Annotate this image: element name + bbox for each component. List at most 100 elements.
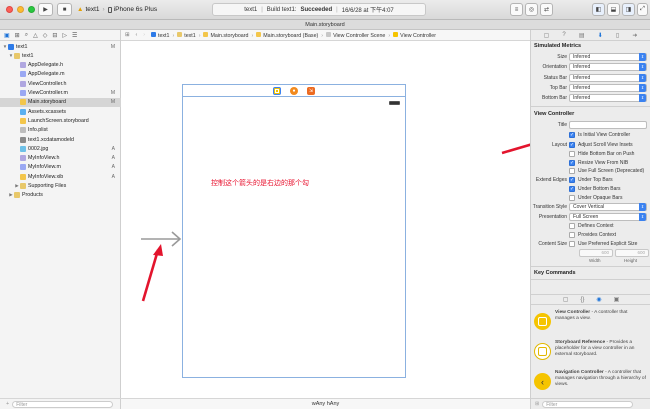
related-items-icon[interactable]: ⊞ [125,32,129,38]
file-tree-item[interactable]: ViewController.m M [0,89,121,98]
bottom-panel-icon: ⬓ [610,7,617,13]
metric-popup[interactable]: Inferred ⇕ [569,83,647,92]
storyboard-canvas[interactable]: ● ⇲ 控制这个箭头的是右边的那个勾 [121,41,530,398]
file-tree-item[interactable]: ViewController.h [0,79,121,88]
file-tree-item[interactable]: ▼ text1 M [0,42,121,51]
report-icon[interactable]: ☰ [72,32,77,39]
add-icon[interactable]: + [6,401,9,407]
run-button[interactable]: ▶ [38,3,53,16]
breadcrumb-item[interactable]: text1 [184,33,195,39]
assistant-editor-button[interactable]: ◎ [525,3,538,16]
exit-icon[interactable]: ⇲ [307,86,315,95]
library-item[interactable]: Storyboard Reference - Provides a placeh… [534,340,648,366]
fullscreen-button[interactable]: ⤢ [637,3,648,16]
toggle-navigator-button[interactable]: ◧ [592,3,605,16]
file-tree-item[interactable]: AppDelegate.h [0,61,121,70]
tab-bar: Main.storyboard [0,20,650,30]
checkbox[interactable] [569,223,575,229]
checkbox[interactable] [569,194,575,201]
breadcrumb-item[interactable]: Main.storyboard [210,33,248,39]
transition-style-popup[interactable]: Cover Vertical ⇕ [569,203,647,211]
warning-icon[interactable]: △ [33,32,38,39]
chevron-right-icon: › [172,32,175,39]
size-icon[interactable]: ▯ [616,32,619,39]
identity-icon[interactable]: ▤ [579,32,585,39]
navigator-filter-input[interactable]: Filter [12,400,113,408]
file-tree-item[interactable]: text1.xcdatamodeld [0,135,121,144]
file-tree-item[interactable]: Assets.xcassets [0,107,121,116]
attributes-icon[interactable]: ⬇ [598,32,603,39]
checkbox[interactable]: ✓ [569,185,575,192]
breakpoint-icon[interactable]: ▷ [62,32,67,39]
checkbox[interactable]: ✓ [569,142,575,148]
metric-popup[interactable]: Inferred ⇕ [569,53,647,61]
source-control-status: A [111,155,115,162]
file-tree-item[interactable]: AppDelegate.m [0,70,121,79]
breadcrumb-item[interactable]: View Controller [400,33,436,39]
forward-icon[interactable]: › [143,32,145,38]
icon-glyph [538,347,547,356]
back-icon[interactable]: ‹ [135,32,137,38]
library-item[interactable]: ‹ Navigation Controller - A controller th… [534,370,648,396]
view-controller-icon[interactable] [273,86,281,95]
height-field[interactable]: 600 [615,249,649,257]
library-item[interactable]: View Controller - A controller that mana… [534,310,648,336]
symbol-icon[interactable]: ⊞ [15,32,20,39]
checkbox[interactable] [569,150,575,157]
metric-popup[interactable]: Inferred ⇕ [569,63,647,72]
version-editor-button[interactable]: ⇄ [540,3,553,16]
test-icon[interactable]: ◇ [43,32,48,39]
media-library-icon[interactable]: ▣ [614,296,620,303]
search-icon[interactable]: ⌕ [25,32,28,39]
preferred-size-checkbox[interactable] [569,241,575,247]
breadcrumb-item[interactable]: Main.storyboard (Base) [263,33,318,39]
toggle-utilities-button[interactable]: ◨ [622,3,635,16]
grid-icon[interactable]: ⊞ [535,401,539,407]
metric-popup[interactable]: Inferred ⇕ [569,73,647,82]
width-field[interactable]: 600 [579,249,613,257]
file-tree-item[interactable]: Info.plist [0,126,121,135]
debug-icon[interactable]: ⊟ [52,32,57,39]
file-tree-item[interactable]: MyInfoView.xib A [0,172,121,181]
library-filter-input[interactable]: Filter [542,400,633,408]
file-tree-item[interactable]: MyInfoView.h A [0,154,121,163]
close-window-button[interactable] [6,6,13,13]
first-responder-icon[interactable]: ● [290,86,298,95]
title-field[interactable] [569,121,647,129]
presentation-popup[interactable]: Full Screen ⇕ [569,213,647,221]
metric-label: Bottom Bar [541,95,567,102]
scheme-selector[interactable]: ▲ text1 › iPhone 6s Plus [77,3,157,16]
connections-icon[interactable]: ➜ [632,32,637,39]
checkbox[interactable] [569,168,575,175]
file-tree-item[interactable]: LaunchScreen.storyboard [0,116,121,125]
is-initial-checkbox[interactable]: ✓ [569,132,575,138]
checkbox[interactable]: ✓ [569,177,575,183]
file-tree-item[interactable]: 0002.jpg A [0,144,121,153]
zoom-window-button[interactable] [28,6,35,13]
help-icon[interactable]: ? [562,32,565,38]
toggle-debug-button[interactable]: ⬓ [607,3,620,16]
breadcrumb-item[interactable]: View Controller Scene [333,33,385,39]
tab-main-storyboard[interactable]: Main.storyboard [305,22,344,28]
checkbox[interactable] [569,231,575,238]
metric-popup[interactable]: Inferred ⇕ [569,94,647,103]
file-template-icon[interactable]: ▢ [563,296,569,303]
code-snippet-icon[interactable]: {} [580,297,584,303]
size-class-bar[interactable]: wAny hAny [121,398,530,409]
file-tree-item[interactable]: ▶ Products [0,191,121,200]
view-controller-scene[interactable] [182,96,406,378]
standard-editor-button[interactable]: ≡ [510,3,523,16]
object-library-icon[interactable]: ◉ [596,296,601,303]
file-tree-item[interactable]: MyInfoView.m A [0,163,121,172]
file-tree-item[interactable]: ▶ Supporting Files [0,182,121,191]
checkbox[interactable]: ✓ [569,159,575,166]
file-tree-item[interactable]: Main.storyboard M [0,97,121,107]
folder-icon[interactable]: ▣ [4,32,10,39]
minimize-window-button[interactable] [17,6,24,13]
file-inspector-icon[interactable]: ▢ [544,32,550,39]
preferred-size-label: Use Preferred Explicit Size [578,241,638,247]
play-icon: ▶ [43,7,48,13]
file-tree-item[interactable]: ▼ text1 [0,51,121,60]
breadcrumb-item[interactable]: text1 [158,33,169,39]
stop-button[interactable]: ■ [57,3,72,16]
